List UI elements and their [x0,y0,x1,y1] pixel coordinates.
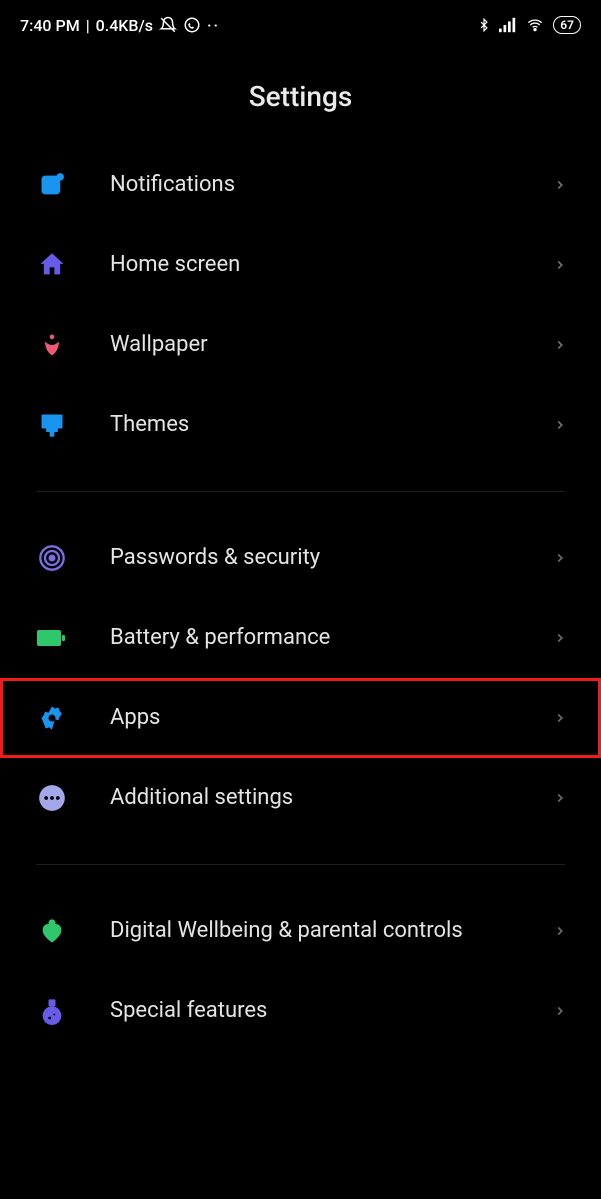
row-label-passwords-security: Passwords & security [110,544,553,572]
themes-icon [36,409,68,441]
chevron-right-icon [553,628,573,648]
row-wallpaper[interactable]: Wallpaper [0,305,601,385]
notifications-icon [36,169,68,201]
status-time: 7:40 PM [20,16,80,35]
row-label-digital-wellbeing: Digital Wellbeing & parental controls [110,917,553,945]
row-label-apps: Apps [110,704,553,732]
row-themes[interactable]: Themes [0,385,601,465]
chevron-right-icon [553,255,573,275]
chevron-right-icon [553,921,573,941]
status-separator: | [86,16,90,35]
status-net-speed: 0.4KB/s [96,16,153,35]
page-title: Settings [0,80,601,113]
wellbeing-icon [36,915,68,947]
wifi-icon [525,17,545,33]
row-home-screen[interactable]: Home screen [0,225,601,305]
wallpaper-icon [36,329,68,361]
row-special-features[interactable]: Special features [0,971,601,1051]
row-label-battery-performance: Battery & performance [110,624,553,652]
dots-icon [36,782,68,814]
status-left: 7:40 PM | 0.4KB/s ·· [20,16,220,35]
settings-list: Notifications Home screen Wallpaper [0,145,601,1051]
status-more-icon: ·· [207,16,220,35]
row-additional-settings[interactable]: Additional settings [0,758,601,838]
row-apps[interactable]: Apps [0,678,601,758]
chevron-right-icon [553,415,573,435]
chevron-right-icon [553,788,573,808]
row-label-wallpaper: Wallpaper [110,331,553,359]
row-digital-wellbeing[interactable]: Digital Wellbeing & parental controls [0,891,601,971]
battery-percent: 67 [560,18,574,32]
divider [36,491,565,492]
chevron-right-icon [553,335,573,355]
chevron-right-icon [553,708,573,728]
row-passwords-security[interactable]: Passwords & security [0,518,601,598]
row-notifications[interactable]: Notifications [0,145,601,225]
chevron-right-icon [553,548,573,568]
row-label-home-screen: Home screen [110,251,553,279]
home-icon [36,249,68,281]
signal-icon [499,17,517,33]
row-label-special-features: Special features [110,997,553,1025]
flask-icon [36,995,68,1027]
row-label-themes: Themes [110,411,553,439]
whatsapp-icon [183,16,201,34]
battery-indicator: 67 [553,16,581,34]
gear-icon [36,702,68,734]
dnd-icon [159,16,177,34]
status-bar: 7:40 PM | 0.4KB/s ·· [0,0,601,50]
divider [36,864,565,865]
chevron-right-icon [553,175,573,195]
status-right: 67 [477,16,581,34]
row-label-notifications: Notifications [110,171,553,199]
row-battery-performance[interactable]: Battery & performance [0,598,601,678]
chevron-right-icon [553,1001,573,1021]
row-label-additional-settings: Additional settings [110,784,553,812]
battery-icon [36,622,68,654]
bluetooth-icon [477,16,491,34]
fingerprint-icon [36,542,68,574]
